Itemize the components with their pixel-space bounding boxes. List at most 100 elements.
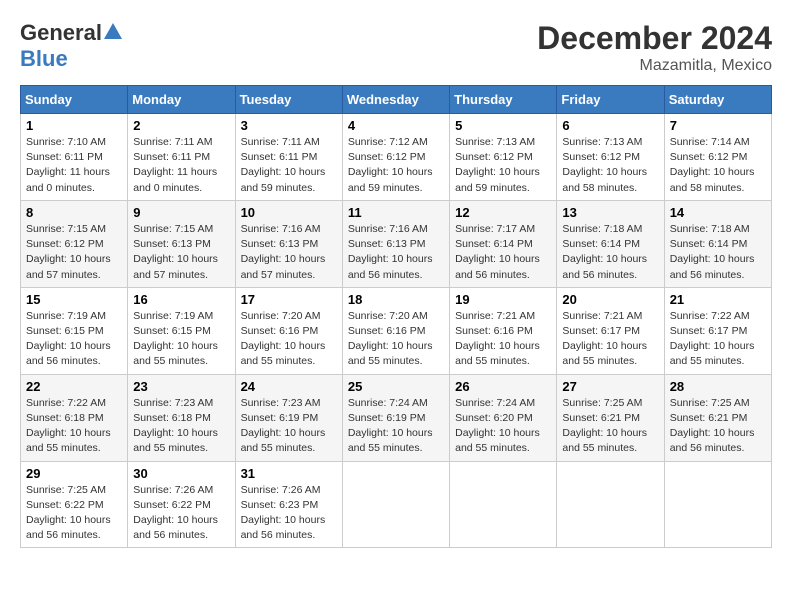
day-number: 23 [133,379,229,394]
calendar-cell: 21 Sunrise: 7:22 AMSunset: 6:17 PMDayligh… [664,287,771,374]
day-number: 6 [562,118,658,133]
calendar-cell: 25 Sunrise: 7:24 AMSunset: 6:19 PMDayligh… [342,374,449,461]
day-info: Sunrise: 7:11 AMSunset: 6:11 PMDaylight:… [241,135,337,196]
day-info: Sunrise: 7:22 AMSunset: 6:18 PMDaylight:… [26,396,122,457]
location-title: Mazamitla, Mexico [537,57,772,75]
day-number: 11 [348,205,444,220]
day-info: Sunrise: 7:20 AMSunset: 6:16 PMDaylight:… [348,309,444,370]
day-info: Sunrise: 7:16 AMSunset: 6:13 PMDaylight:… [241,222,337,283]
day-info: Sunrise: 7:24 AMSunset: 6:20 PMDaylight:… [455,396,551,457]
day-number: 29 [26,466,122,481]
calendar-week-5: 29 Sunrise: 7:25 AMSunset: 6:22 PMDayligh… [21,461,772,548]
logo-general: General [20,20,102,46]
day-info: Sunrise: 7:25 AMSunset: 6:21 PMDaylight:… [670,396,766,457]
calendar-week-1: 1 Sunrise: 7:10 AMSunset: 6:11 PMDaylight… [21,114,772,201]
calendar-cell: 9 Sunrise: 7:15 AMSunset: 6:13 PMDaylight… [128,200,235,287]
weekday-tuesday: Tuesday [235,86,342,114]
day-info: Sunrise: 7:18 AMSunset: 6:14 PMDaylight:… [562,222,658,283]
day-info: Sunrise: 7:13 AMSunset: 6:12 PMDaylight:… [455,135,551,196]
day-info: Sunrise: 7:25 AMSunset: 6:21 PMDaylight:… [562,396,658,457]
day-number: 8 [26,205,122,220]
day-number: 18 [348,292,444,307]
month-title: December 2024 [537,20,772,57]
calendar-cell: 30Sunrise: 7:26 AMSunset: 6:22 PMDayligh… [128,461,235,548]
calendar-cell: 8 Sunrise: 7:15 AMSunset: 6:12 PMDaylight… [21,200,128,287]
calendar-cell: 2Sunrise: 7:11 AMSunset: 6:11 PMDaylight… [128,114,235,201]
day-info: Sunrise: 7:15 AMSunset: 6:12 PMDaylight:… [26,222,122,283]
day-number: 7 [670,118,766,133]
calendar-cell [342,461,449,548]
weekday-sunday: Sunday [21,86,128,114]
day-number: 5 [455,118,551,133]
calendar-cell: 20 Sunrise: 7:21 AMSunset: 6:17 PMDayligh… [557,287,664,374]
logo: General Blue [20,20,122,72]
day-info: Sunrise: 7:15 AMSunset: 6:13 PMDaylight:… [133,222,229,283]
calendar-cell: 31Sunrise: 7:26 AMSunset: 6:23 PMDayligh… [235,461,342,548]
day-info: Sunrise: 7:20 AMSunset: 6:16 PMDaylight:… [241,309,337,370]
calendar-cell: 15 Sunrise: 7:19 AMSunset: 6:15 PMDayligh… [21,287,128,374]
day-info: Sunrise: 7:14 AMSunset: 6:12 PMDaylight:… [670,135,766,196]
calendar-cell: 24Sunrise: 7:23 AMSunset: 6:19 PMDayligh… [235,374,342,461]
calendar: SundayMondayTuesdayWednesdayThursdayFrid… [20,85,772,548]
calendar-cell [557,461,664,548]
calendar-cell: 6Sunrise: 7:13 AMSunset: 6:12 PMDaylight… [557,114,664,201]
day-info: Sunrise: 7:23 AMSunset: 6:19 PMDaylight:… [241,396,337,457]
day-info: Sunrise: 7:26 AMSunset: 6:23 PMDaylight:… [241,483,337,544]
calendar-cell: 16Sunrise: 7:19 AMSunset: 6:15 PMDayligh… [128,287,235,374]
calendar-cell: 23 Sunrise: 7:23 AMSunset: 6:18 PMDayligh… [128,374,235,461]
day-number: 21 [670,292,766,307]
day-info: Sunrise: 7:17 AMSunset: 6:14 PMDaylight:… [455,222,551,283]
day-number: 12 [455,205,551,220]
calendar-cell: 13 Sunrise: 7:18 AMSunset: 6:14 PMDayligh… [557,200,664,287]
day-number: 10 [241,205,337,220]
day-number: 28 [670,379,766,394]
logo-icon [104,23,122,39]
calendar-cell: 12 Sunrise: 7:17 AMSunset: 6:14 PMDayligh… [450,200,557,287]
day-number: 26 [455,379,551,394]
day-number: 9 [133,205,229,220]
day-number: 25 [348,379,444,394]
calendar-week-4: 22Sunrise: 7:22 AMSunset: 6:18 PMDayligh… [21,374,772,461]
calendar-cell: 18 Sunrise: 7:20 AMSunset: 6:16 PMDayligh… [342,287,449,374]
day-info: Sunrise: 7:22 AMSunset: 6:17 PMDaylight:… [670,309,766,370]
calendar-cell [664,461,771,548]
day-number: 27 [562,379,658,394]
calendar-cell: 5 Sunrise: 7:13 AMSunset: 6:12 PMDaylight… [450,114,557,201]
header: General Blue December 2024 Mazamitla, Me… [20,20,772,75]
day-info: Sunrise: 7:10 AMSunset: 6:11 PMDaylight:… [26,135,122,196]
day-number: 13 [562,205,658,220]
day-number: 1 [26,118,122,133]
day-info: Sunrise: 7:25 AMSunset: 6:22 PMDaylight:… [26,483,122,544]
weekday-saturday: Saturday [664,86,771,114]
day-info: Sunrise: 7:19 AMSunset: 6:15 PMDaylight:… [26,309,122,370]
day-info: Sunrise: 7:12 AMSunset: 6:12 PMDaylight:… [348,135,444,196]
calendar-week-2: 8 Sunrise: 7:15 AMSunset: 6:12 PMDaylight… [21,200,772,287]
calendar-cell: 27 Sunrise: 7:25 AMSunset: 6:21 PMDayligh… [557,374,664,461]
day-number: 15 [26,292,122,307]
day-info: Sunrise: 7:21 AMSunset: 6:16 PMDaylight:… [455,309,551,370]
calendar-cell: 19 Sunrise: 7:21 AMSunset: 6:16 PMDayligh… [450,287,557,374]
calendar-cell: 14 Sunrise: 7:18 AMSunset: 6:14 PMDayligh… [664,200,771,287]
weekday-monday: Monday [128,86,235,114]
day-info: Sunrise: 7:16 AMSunset: 6:13 PMDaylight:… [348,222,444,283]
calendar-cell: 4 Sunrise: 7:12 AMSunset: 6:12 PMDaylight… [342,114,449,201]
calendar-body: 1 Sunrise: 7:10 AMSunset: 6:11 PMDaylight… [21,114,772,548]
day-info: Sunrise: 7:24 AMSunset: 6:19 PMDaylight:… [348,396,444,457]
calendar-cell: 28 Sunrise: 7:25 AMSunset: 6:21 PMDayligh… [664,374,771,461]
calendar-cell [450,461,557,548]
calendar-cell: 1 Sunrise: 7:10 AMSunset: 6:11 PMDaylight… [21,114,128,201]
calendar-cell: 10 Sunrise: 7:16 AMSunset: 6:13 PMDayligh… [235,200,342,287]
day-info: Sunrise: 7:23 AMSunset: 6:18 PMDaylight:… [133,396,229,457]
day-number: 30 [133,466,229,481]
day-number: 20 [562,292,658,307]
day-number: 4 [348,118,444,133]
day-info: Sunrise: 7:18 AMSunset: 6:14 PMDaylight:… [670,222,766,283]
calendar-cell: 29 Sunrise: 7:25 AMSunset: 6:22 PMDayligh… [21,461,128,548]
day-number: 14 [670,205,766,220]
day-info: Sunrise: 7:19 AMSunset: 6:15 PMDaylight:… [133,309,229,370]
day-info: Sunrise: 7:21 AMSunset: 6:17 PMDaylight:… [562,309,658,370]
day-info: Sunrise: 7:11 AMSunset: 6:11 PMDaylight:… [133,135,229,196]
calendar-cell: 22Sunrise: 7:22 AMSunset: 6:18 PMDayligh… [21,374,128,461]
day-number: 3 [241,118,337,133]
day-number: 19 [455,292,551,307]
